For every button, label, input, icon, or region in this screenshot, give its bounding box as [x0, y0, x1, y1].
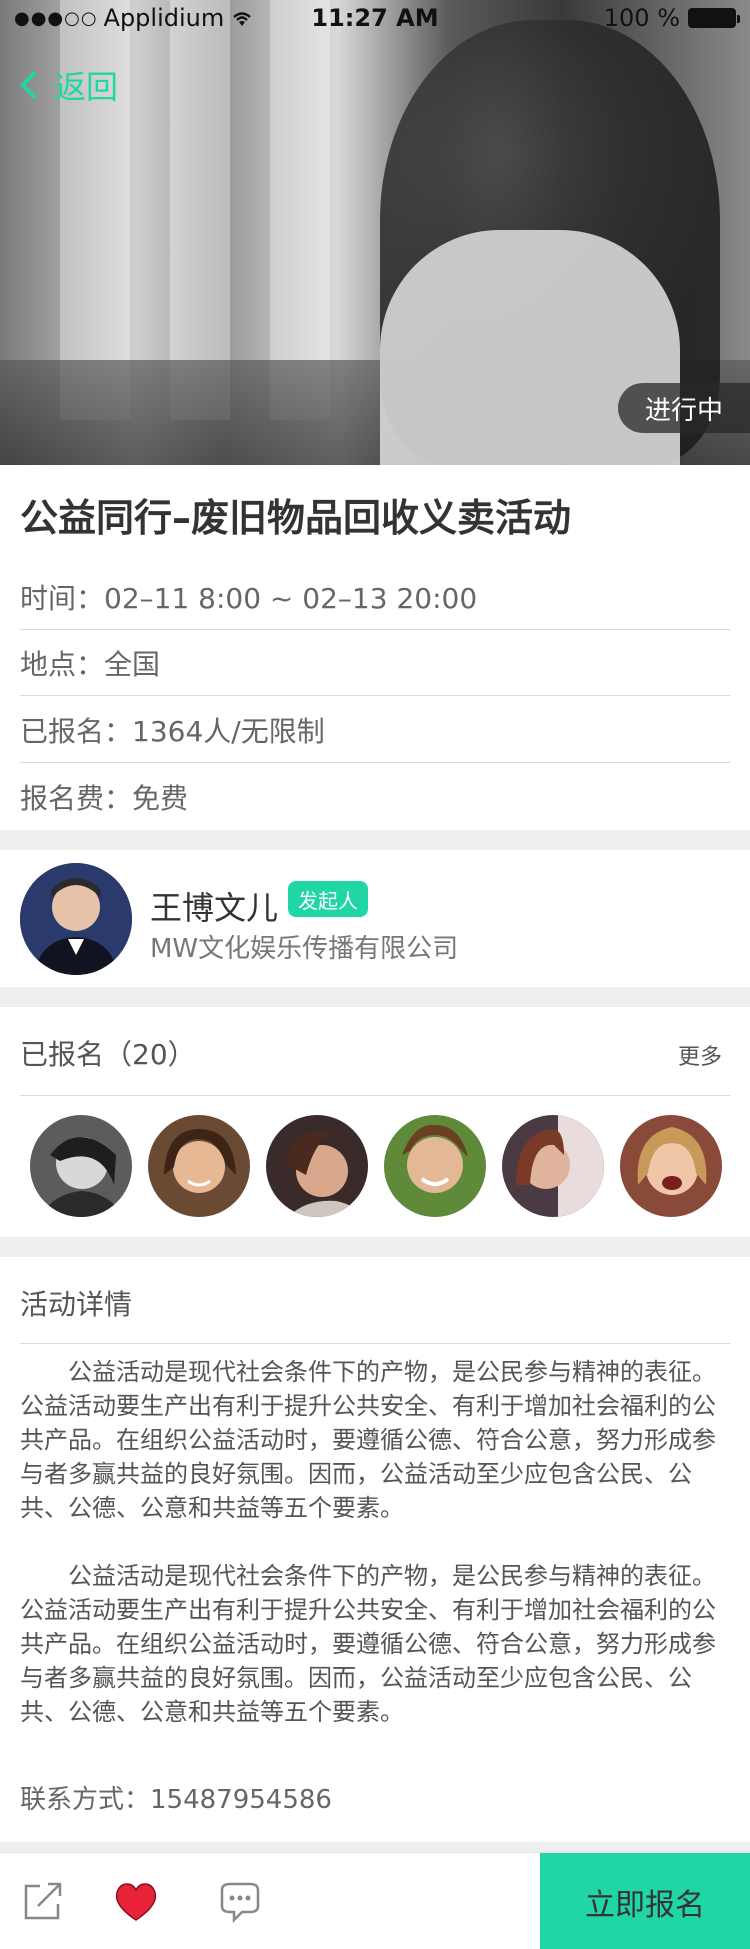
- avatar-portrait: [266, 1115, 368, 1217]
- divider: [20, 629, 730, 630]
- organizer-card[interactable]: 王博文儿 发起人 MW文化娱乐传播有限公司: [0, 850, 750, 987]
- event-time: 时间：02–11 8:00 ~ 02–13 20:00: [20, 582, 478, 615]
- battery-icon: [688, 8, 740, 28]
- hero-image: ●●●○○ Applidium 11:27 AM 100 % 返回 进行中: [0, 0, 750, 465]
- battery-percent: 100 %: [603, 4, 680, 32]
- registered-title: 已报名（20）: [20, 1038, 196, 1071]
- details-title: 活动详情: [20, 1288, 133, 1321]
- avatar-portrait: [502, 1115, 604, 1217]
- more-link[interactable]: 更多: [678, 1039, 722, 1071]
- event-title: 公益同行–废旧物品回收义卖活动: [20, 496, 572, 540]
- details-paragraph: 公益活动是现代社会条件下的产物，是公民参与精神的表征。公益活动要生产出有利于提升…: [20, 1358, 716, 1522]
- divider: [20, 1095, 730, 1096]
- event-registered: 已报名：1364人/无限制: [20, 715, 325, 748]
- divider: [20, 762, 730, 763]
- organizer-avatar[interactable]: [20, 863, 132, 975]
- avatar-portrait: [384, 1115, 486, 1217]
- back-label: 返回: [54, 68, 119, 106]
- event-location: 地点：全国: [20, 648, 161, 681]
- register-now-button[interactable]: 立即报名: [540, 1853, 750, 1949]
- bottom-toolbar: 立即报名: [0, 1852, 750, 1949]
- registered-avatars: [30, 1115, 722, 1217]
- organizer-badge: 发起人: [288, 881, 368, 917]
- participant-avatar[interactable]: [620, 1115, 722, 1217]
- avatar-portrait: [30, 1115, 132, 1217]
- avatar-portrait: [20, 863, 132, 975]
- battery-group: 100 %: [603, 4, 740, 32]
- organizer-company: MW文化娱乐传播有限公司: [150, 934, 459, 964]
- back-button[interactable]: 返回: [18, 62, 118, 108]
- chat-icon[interactable]: [216, 1880, 264, 1924]
- activity-details: 活动详情 公益活动是现代社会条件下的产物，是公民参与精神的表征。公益活动要生产出…: [0, 1257, 750, 1842]
- event-info: 公益同行–废旧物品回收义卖活动 时间：02–11 8:00 ~ 02–13 20…: [0, 465, 750, 830]
- participant-avatar[interactable]: [266, 1115, 368, 1217]
- details-paragraph: 公益活动是现代社会条件下的产物，是公民参与精神的表征。公益活动要生产出有利于提升…: [20, 1562, 716, 1726]
- contact-info: 联系方式：15487954586: [20, 1785, 332, 1815]
- avatar-portrait: [148, 1115, 250, 1217]
- heart-icon[interactable]: [112, 1880, 160, 1924]
- status-bar: ●●●○○ Applidium 11:27 AM 100 %: [0, 0, 750, 40]
- organizer-name: 王博文儿: [150, 889, 279, 927]
- participant-avatar[interactable]: [502, 1115, 604, 1217]
- window-light: [270, 0, 330, 420]
- divider: [20, 1343, 730, 1344]
- registered-section: 已报名（20） 更多: [0, 1007, 750, 1237]
- divider: [20, 695, 730, 696]
- event-fee: 报名费：免费: [20, 782, 189, 815]
- participant-avatar[interactable]: [30, 1115, 132, 1217]
- participant-avatar[interactable]: [384, 1115, 486, 1217]
- share-icon[interactable]: [20, 1880, 68, 1924]
- chevron-left-icon: [19, 70, 49, 100]
- avatar-portrait: [620, 1115, 722, 1217]
- status-badge: 进行中: [618, 383, 750, 433]
- window-light: [170, 0, 230, 420]
- participant-avatar[interactable]: [148, 1115, 250, 1217]
